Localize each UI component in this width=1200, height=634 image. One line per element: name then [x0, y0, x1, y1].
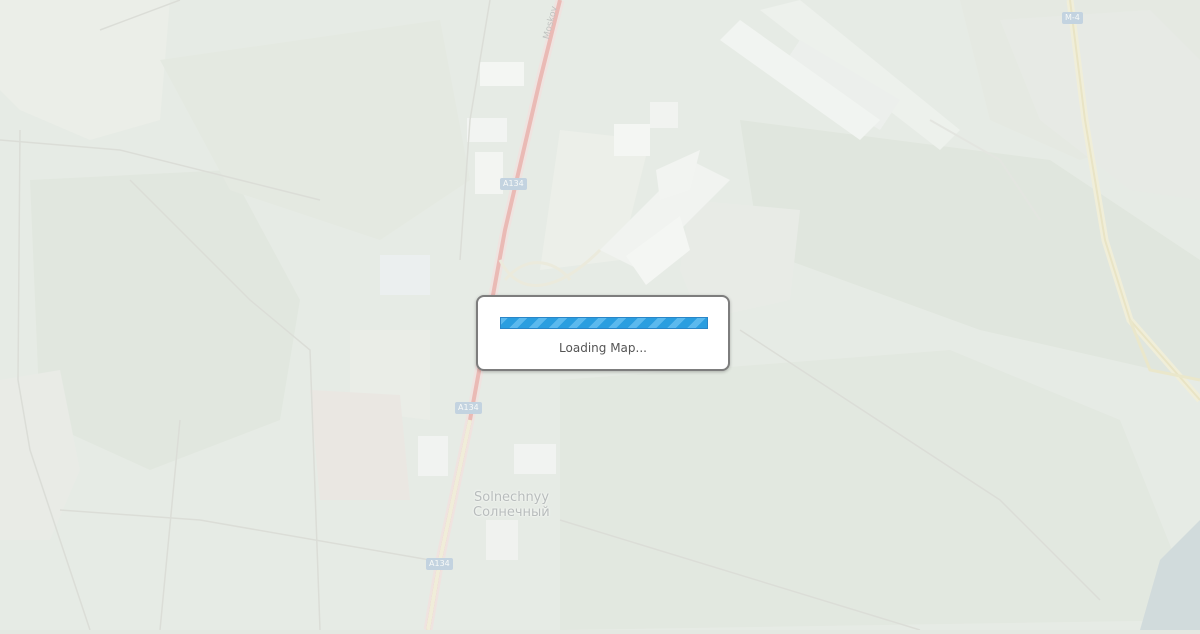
loading-dialog: Loading Map... — [476, 295, 730, 371]
loading-text: Loading Map... — [559, 341, 647, 355]
progress-bar — [500, 317, 708, 329]
progress-bar-fill — [501, 318, 707, 328]
